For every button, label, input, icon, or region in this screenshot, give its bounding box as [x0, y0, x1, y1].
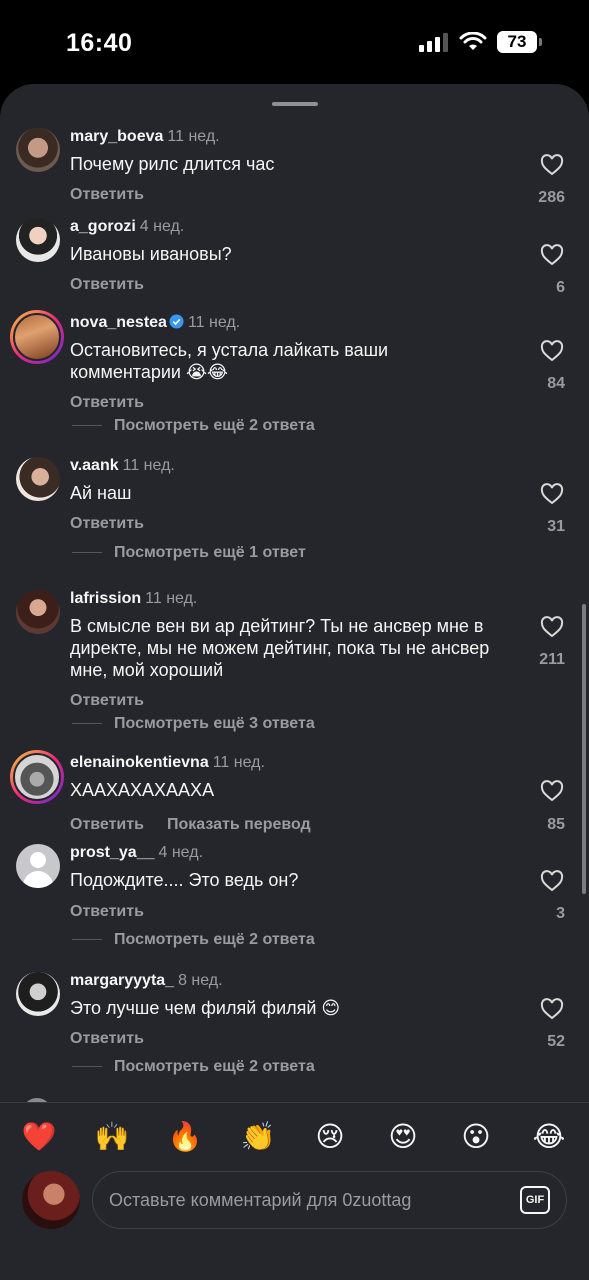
like-heart-icon[interactable]: [540, 780, 564, 802]
like-count: 211: [539, 651, 565, 668]
avatar[interactable]: [16, 844, 60, 888]
username[interactable]: lafrission: [70, 590, 141, 607]
like-heart-icon[interactable]: [540, 870, 564, 892]
emoji-laughing-button[interactable]: 😂: [531, 1119, 567, 1155]
comment-meta: lafrission 11 нед.: [70, 590, 197, 608]
like-heart-icon[interactable]: [540, 616, 564, 638]
comment-text: Ивановы ивановы?: [70, 244, 232, 264]
verified-badge-icon: [169, 314, 184, 329]
comment-text: ХААХАХАХААХА: [70, 780, 215, 800]
scrollbar[interactable]: [582, 604, 586, 894]
comment-meta: v.aank 11 нед.: [70, 457, 175, 475]
avatar-story-ring[interactable]: [10, 750, 64, 804]
view-more-replies-button[interactable]: Посмотреть ещё 3 ответа: [72, 715, 315, 733]
status-time: 16:40: [66, 29, 133, 57]
wifi-icon: [459, 32, 487, 50]
comment-input-wrapper: GIF: [92, 1171, 567, 1229]
view-more-replies-button[interactable]: Посмотреть ещё 2 ответа: [72, 931, 315, 949]
emoji-clapping-button[interactable]: 👏: [240, 1119, 276, 1155]
username[interactable]: mary_boeva: [70, 128, 163, 145]
status-icons: 73: [419, 31, 542, 53]
cellular-signal-icon: [419, 33, 448, 52]
view-more-replies-button[interactable]: Посмотреть ещё 2 ответа: [72, 417, 315, 435]
comment-time: 4 нед.: [158, 844, 204, 861]
reply-button[interactable]: Ответить: [70, 394, 144, 412]
like-count: 84: [547, 375, 565, 392]
show-translation-button[interactable]: Показать перевод: [167, 816, 311, 834]
reply-button[interactable]: Ответить: [70, 816, 144, 834]
comment-meta: mary_boeva 11 нед.: [70, 128, 220, 146]
like-count: 6: [556, 279, 565, 296]
like-heart-icon[interactable]: [540, 244, 564, 266]
status-bar: 16:40 73: [0, 0, 589, 84]
like-count: 85: [547, 816, 565, 833]
reply-button[interactable]: Ответить: [70, 692, 144, 710]
username[interactable]: elenainokentievna: [70, 754, 209, 771]
like-heart-icon[interactable]: [540, 483, 564, 505]
comment-item: prost_ya__ 4 нед. Подождите.... Это ведь …: [0, 844, 589, 948]
comment-meta: margaryyyta_ 8 нед.: [70, 972, 223, 990]
emoji-crying-button[interactable]: 😢: [312, 1119, 348, 1155]
gif-button[interactable]: GIF: [520, 1186, 550, 1214]
comment-time: 11 нед.: [187, 314, 241, 331]
username[interactable]: margaryyyta_: [70, 972, 174, 989]
view-more-replies-button[interactable]: Посмотреть ещё 1 ответ: [72, 544, 306, 562]
emoji-fire-button[interactable]: 🔥: [167, 1119, 203, 1155]
comments-sheet: mary_boeva 11 нед. Почему рилс длится час…: [0, 84, 589, 1280]
comment-text: Это лучше чем филяй филяй 😊: [70, 998, 341, 1018]
comment-text: Подождите.... Это ведь он?: [70, 870, 299, 890]
like-heart-icon[interactable]: [540, 154, 564, 176]
comment-time: 11 нед.: [122, 457, 175, 474]
comment-time: 11 нед.: [167, 128, 220, 145]
reply-button[interactable]: Ответить: [70, 903, 144, 921]
reply-button[interactable]: Ответить: [70, 186, 144, 204]
avatar[interactable]: [16, 457, 60, 501]
like-count: 31: [547, 518, 565, 535]
current-user-avatar: [22, 1171, 80, 1229]
comment-text: Ай наш: [70, 483, 132, 503]
avatar: [13, 313, 61, 361]
emoji-heart-eyes-button[interactable]: 😍: [385, 1119, 421, 1155]
like-count: 286: [538, 189, 565, 206]
comment-meta: a_gorozi 4 нед.: [70, 218, 184, 236]
comment-time: 4 нед.: [139, 218, 185, 235]
comment-meta: prost_ya__ 4 нед.: [70, 844, 203, 862]
battery-icon: 73: [497, 31, 542, 53]
emoji-heart-button[interactable]: ❤️: [21, 1119, 57, 1155]
username[interactable]: a_gorozi: [70, 218, 136, 235]
avatar[interactable]: [16, 972, 60, 1016]
avatar[interactable]: [16, 128, 60, 172]
reply-button[interactable]: Ответить: [70, 515, 144, 533]
comment-list[interactable]: mary_boeva 11 нед. Почему рилс длится час…: [0, 84, 589, 1104]
avatar[interactable]: [16, 218, 60, 262]
emoji-raised-hands-button[interactable]: 🙌: [94, 1119, 130, 1155]
comment-composer-bar: ❤️ 🙌 🔥 👏 😢 😍 😮 😂 GIF: [0, 1102, 589, 1280]
emoji-surprised-button[interactable]: 😮: [458, 1119, 494, 1155]
comment-text: В смысле вен ви ар дейтинг? Ты не ансвер…: [70, 616, 490, 680]
avatar-story-ring[interactable]: [10, 310, 64, 364]
reply-button[interactable]: Ответить: [70, 276, 144, 294]
like-count: 3: [556, 905, 565, 922]
like-count: 52: [547, 1033, 565, 1050]
username[interactable]: v.aank: [70, 457, 119, 474]
avatar[interactable]: [16, 590, 60, 634]
username[interactable]: nova_nestea: [70, 314, 167, 331]
like-heart-icon[interactable]: [540, 998, 564, 1020]
comment-time: 11 нед.: [212, 754, 265, 771]
like-heart-icon[interactable]: [540, 340, 564, 362]
reply-button[interactable]: Ответить: [70, 1030, 144, 1048]
comment-input[interactable]: [109, 1172, 509, 1228]
username[interactable]: prost_ya__: [70, 844, 155, 861]
quick-emoji-bar: ❤️ 🙌 🔥 👏 😢 😍 😮 😂: [0, 1119, 589, 1155]
view-more-replies-button[interactable]: Посмотреть ещё 2 ответа: [72, 1058, 315, 1076]
comment-meta: nova_nestea 11 нед.: [70, 314, 240, 332]
comment-meta: elenainokentievna 11 нед.: [70, 754, 265, 772]
comment-text: Почему рилс длится час: [70, 154, 275, 174]
comment-time: 8 нед.: [178, 972, 223, 989]
comment-text: Остановитесь, я устала лайкать ваши комм…: [70, 340, 389, 382]
comment-time: 11 нед.: [145, 590, 198, 607]
avatar: [13, 753, 61, 801]
